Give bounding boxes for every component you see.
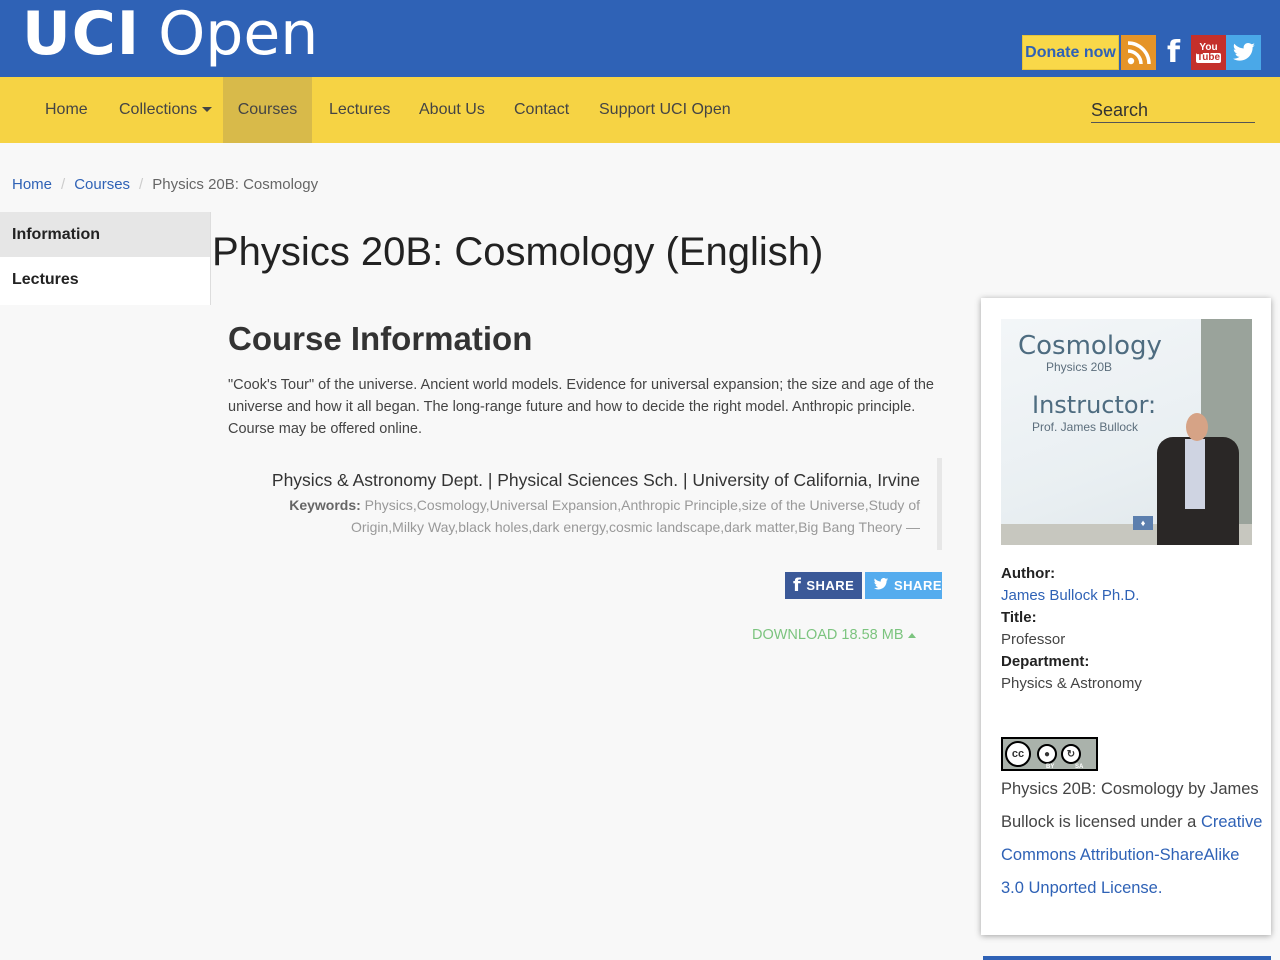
course-card: Cosmology Physics 20B Instructor: Prof. … [981,298,1271,935]
breadcrumb-home[interactable]: Home [12,176,52,193]
site-logo[interactable]: UCI Open [22,0,318,72]
instructor-shirt [1185,439,1205,509]
twitter-share-label: SHARE [894,578,943,593]
breadcrumb-current: Physics 20B: Cosmology [152,176,319,193]
keywords: Keywords: Physics,Cosmology,Universal Ex… [230,494,920,538]
facebook-icon[interactable]: f [1156,35,1191,70]
cc-license-badge[interactable]: cc ● ↻ BY SA [1001,737,1098,771]
cc-sa-icon: ↻ [1061,744,1081,764]
nav-collections[interactable]: Collections [119,77,213,143]
facebook-icon: f [793,575,802,596]
breadcrumb: Home / Courses / Physics 20B: Cosmology [12,176,318,193]
author-label: Author: [1001,565,1056,582]
nav-collections-label: Collections [119,101,198,118]
license-text: Physics 20B: Cosmology by James Bullock … [1001,773,1263,905]
nav-contact[interactable]: Contact [514,77,569,143]
header-actions: Donate now f You Tube [1022,35,1261,70]
course-thumbnail[interactable]: Cosmology Physics 20B Instructor: Prof. … [1001,319,1252,545]
chevron-down-icon [202,107,213,113]
main-nav: Home Collections Courses Lectures About … [0,77,1280,143]
nav-home[interactable]: Home [45,77,88,143]
breadcrumb-separator: / [61,176,66,193]
breadcrumb-separator: / [139,176,144,193]
site-header: UCI Open Donate now f You Tube [0,0,1280,77]
thumbnail-subtitle: Physics 20B [1046,360,1113,374]
rss-icon[interactable] [1121,35,1156,70]
author-link[interactable]: James Bullock Ph.D. [1001,587,1261,604]
thumbnail-instructor-name: Prof. James Bullock [1032,420,1139,434]
nav-about[interactable]: About Us [419,77,485,143]
section-title: Course Information [228,320,533,357]
cc-sa-label: SA [1075,764,1084,770]
facebook-share-button[interactable]: f SHARE [785,572,862,599]
youtube-icon[interactable]: You Tube [1191,35,1226,70]
donate-button[interactable]: Donate now [1022,35,1119,70]
course-description: "Cook's Tour" of the universe. Ancient w… [228,377,934,437]
instructor-head [1186,413,1208,441]
facebook-share-label: SHARE [806,578,855,593]
twitter-share-button[interactable]: SHARE [865,572,942,599]
search-input[interactable]: Search [1091,98,1255,123]
nav-support[interactable]: Support UCI Open [599,77,731,143]
youtube-top: You [1199,41,1218,53]
course-sidebar: Information Lectures [0,212,211,305]
download-label: DOWNLOAD 18.58 MB [752,627,904,643]
cc-icon: cc [1005,741,1031,767]
department-line: Physics & Astronomy Dept. | Physical Sci… [271,470,920,490]
title-value: Professor [1001,631,1066,648]
twitter-icon: ♦ [1133,516,1153,530]
nav-courses[interactable]: Courses [223,77,312,143]
course-meta-quote: Physics & Astronomy Dept. | Physical Sci… [230,458,942,550]
department-label: Department: [1001,653,1090,670]
department-value: Physics & Astronomy [1001,675,1142,692]
keywords-list: Physics,Cosmology,Universal Expansion,An… [350,497,920,535]
youtube-bottom: Tube [1195,51,1222,63]
sidebar-item-information[interactable]: Information [0,212,210,257]
cc-by-label: BY [1046,764,1055,770]
logo-open: Open [158,0,319,69]
thumbnail-title: Cosmology [1018,331,1162,361]
twitter-icon [873,575,889,596]
sidebar-item-lectures[interactable]: Lectures [0,257,210,302]
title-label: Title: [1001,609,1037,626]
caret-up-icon [907,632,916,638]
download-button[interactable]: DOWNLOAD 18.58 MB [752,627,916,643]
cc-by-icon: ● [1037,744,1057,764]
nav-lectures[interactable]: Lectures [329,77,390,143]
logo-uci: UCI [22,0,141,69]
footer-edge [983,956,1271,960]
keywords-label: Keywords: [289,497,361,513]
page-title: Physics 20B: Cosmology (English) [212,230,824,274]
twitter-icon[interactable] [1226,35,1261,70]
breadcrumb-courses[interactable]: Courses [74,176,130,193]
thumbnail-instructor-label: Instructor: [1032,391,1157,419]
